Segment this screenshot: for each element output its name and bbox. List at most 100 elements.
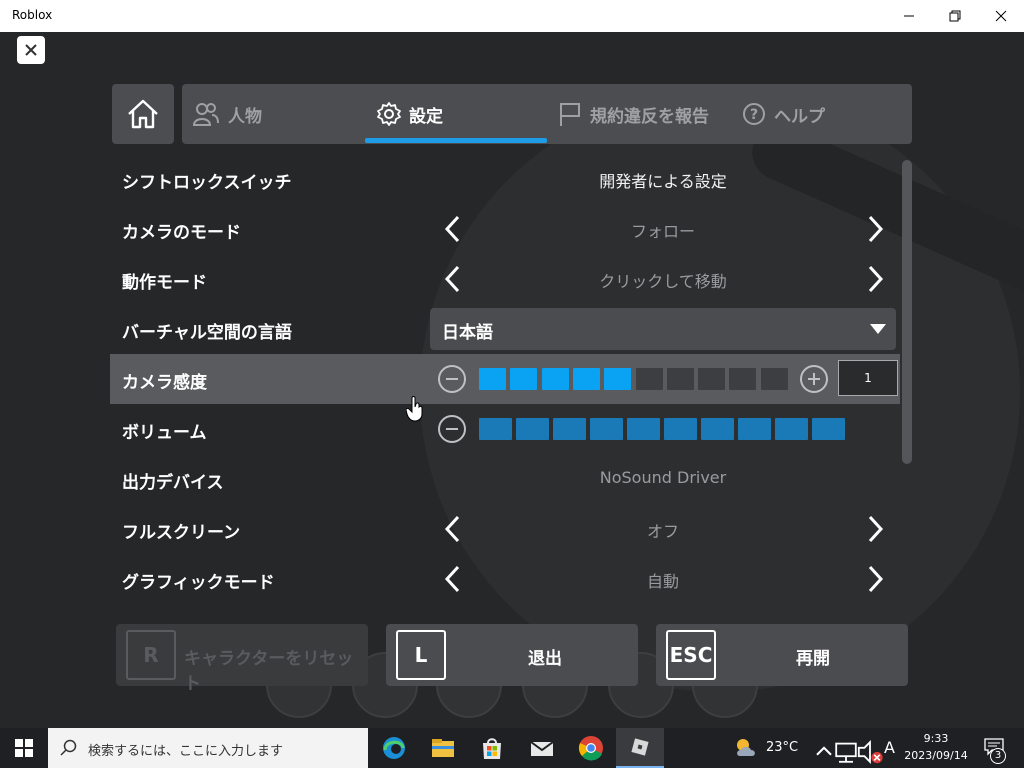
slider-segment[interactable] (698, 368, 726, 390)
restore-button[interactable] (932, 0, 978, 32)
help-icon: ? (743, 103, 765, 125)
windows-logo-icon (15, 739, 33, 757)
resume-game-label: 再開 (796, 649, 830, 669)
reset-keycap: R (126, 630, 176, 680)
weather-icon[interactable] (732, 734, 760, 762)
setting-label: カメラ感度 (122, 373, 207, 393)
search-icon (60, 739, 77, 756)
setting-value: クリックして移動 (599, 272, 727, 291)
taskbar-search-box[interactable]: 検索するには、ここに入力します (48, 728, 368, 768)
minimize-button[interactable] (886, 0, 932, 32)
flag-icon (560, 103, 580, 126)
caret-down-icon (870, 324, 886, 334)
window-title: Roblox (12, 8, 53, 22)
slider-segment[interactable] (627, 418, 660, 440)
hand-cursor-icon (406, 396, 423, 422)
camera-sensitivity-input[interactable]: 1 (838, 360, 898, 396)
slider-segment[interactable] (590, 418, 623, 440)
close-window-button[interactable] (978, 0, 1024, 32)
setting-label: ボリューム (122, 423, 207, 443)
slider-segment[interactable] (701, 418, 734, 440)
setting-label: バーチャル空間の言語 (122, 323, 292, 343)
slider-segment[interactable] (635, 368, 663, 390)
slider-segment[interactable] (479, 368, 506, 390)
tab-help[interactable]: ? ヘルプ (742, 84, 825, 144)
slider-segment[interactable] (572, 368, 600, 390)
increase-sensitivity-button[interactable] (800, 365, 828, 393)
close-menu-button[interactable] (17, 36, 45, 64)
decrease-volume-button[interactable] (438, 415, 466, 443)
edge-icon[interactable] (380, 734, 408, 762)
chrome-icon[interactable] (577, 734, 605, 762)
store-icon[interactable] (478, 734, 506, 762)
setting-label: 出力デバイス (122, 473, 224, 493)
setting-row-fullscreen: フルスクリーン オフ (110, 504, 900, 554)
clock[interactable]: 9:33 2023/09/14 (900, 728, 972, 768)
chevron-right-icon[interactable] (860, 264, 890, 294)
file-explorer-icon[interactable] (429, 734, 457, 762)
setting-row-volume: ボリューム (110, 404, 900, 454)
resume-game-button[interactable]: ESC 再開 (656, 624, 908, 686)
setting-value: 開発者による設定 (599, 172, 727, 191)
clock-date: 2023/09/14 (904, 749, 968, 762)
slider-segment[interactable] (666, 368, 694, 390)
setting-value: オフ (646, 522, 679, 541)
leave-game-button[interactable]: L 退出 (386, 624, 638, 686)
slider-segment[interactable] (775, 418, 808, 440)
decrease-sensitivity-button[interactable] (438, 365, 466, 393)
close-icon (25, 44, 37, 56)
tab-people-label: 人物 (228, 106, 262, 127)
tab-settings[interactable]: 設定 (377, 84, 443, 144)
chevron-right-icon[interactable] (860, 214, 890, 244)
roblox-taskbar-button[interactable] (616, 728, 664, 768)
slider-segment[interactable] (516, 418, 549, 440)
slider-segment[interactable] (604, 368, 632, 390)
home-icon (128, 99, 158, 129)
start-button[interactable] (0, 728, 48, 768)
setting-label: シフトロックスイッチ (122, 173, 292, 193)
volume-muted-icon[interactable] (856, 738, 884, 766)
setting-label: グラフィックモード (122, 573, 275, 593)
slider-segment[interactable] (729, 368, 757, 390)
game-area: 人物 設定 規約違反を報告 ? ヘルプ シフトロックスイッチ 開発者による設定 (0, 32, 1024, 728)
slider-segment[interactable] (812, 418, 845, 440)
home-button[interactable] (112, 84, 174, 144)
leave-game-label: 退出 (528, 649, 562, 669)
slider-segment[interactable] (479, 418, 512, 440)
setting-value: フォロー (630, 222, 695, 241)
slider-segment[interactable] (553, 418, 586, 440)
setting-value: NoSound Driver (599, 468, 727, 487)
setting-label: 動作モード (122, 273, 207, 293)
leave-keycap: L (396, 630, 446, 680)
slider-segment[interactable] (664, 418, 697, 440)
taskbar: 検索するには、ここに入力します 23°C A 9:33 2023/09/14 3 (0, 728, 1024, 768)
chevron-right-icon[interactable] (860, 514, 890, 544)
settings-scrollbar[interactable] (902, 160, 912, 464)
setting-row-camera-mode: カメラのモード フォロー (110, 204, 900, 254)
setting-label: カメラのモード (122, 223, 241, 243)
setting-row-language: バーチャル空間の言語 日本語 (110, 304, 900, 354)
notification-center-button[interactable]: 3 (976, 728, 1016, 768)
language-dropdown-value: 日本語 (442, 323, 493, 343)
tab-help-label: ヘルプ (774, 106, 825, 127)
chevron-right-icon[interactable] (860, 564, 890, 594)
reset-character-button[interactable]: R キャラクターをリセット (116, 624, 368, 694)
weather-temperature[interactable]: 23°C (766, 740, 798, 768)
tab-report[interactable]: 規約違反を報告 (558, 84, 709, 144)
setting-row-output-device: 出力デバイス NoSound Driver (110, 454, 900, 504)
svg-text:?: ? (750, 107, 758, 123)
slider-segment[interactable] (541, 368, 569, 390)
tab-report-label: 規約違反を報告 (590, 106, 709, 127)
tab-people[interactable]: 人物 (192, 84, 262, 144)
active-tab-indicator (365, 138, 547, 143)
slider-segment[interactable] (510, 368, 538, 390)
ime-indicator[interactable]: A (884, 738, 895, 768)
slider-segment[interactable] (738, 418, 771, 440)
resume-keycap: ESC (666, 630, 716, 680)
minimize-icon (904, 15, 914, 17)
mail-icon[interactable] (528, 734, 556, 762)
language-dropdown[interactable]: 日本語 (430, 308, 896, 350)
slider-segment[interactable] (760, 368, 788, 390)
gear-icon (377, 102, 401, 126)
search-placeholder: 検索するには、ここに入力します (88, 744, 284, 759)
